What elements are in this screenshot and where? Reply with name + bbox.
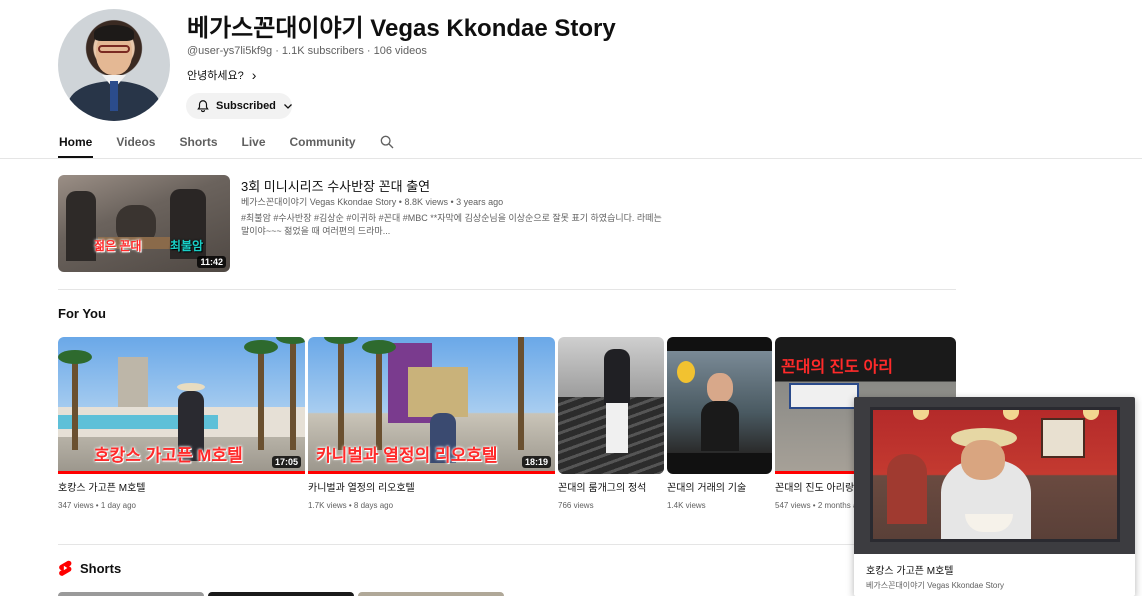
video-meta: 347 views • 1 day ago <box>58 501 136 510</box>
subscribed-button[interactable]: Subscribed <box>186 93 292 119</box>
channel-meta: @user-ys7li5kf9g · 1.1K subscribers · 10… <box>187 45 427 57</box>
video-caption: 꼰대의 진도 아리 <box>781 359 893 376</box>
short-thumbnail[interactable] <box>58 592 204 596</box>
shorts-heading-label: Shorts <box>80 560 122 576</box>
tab-community[interactable]: Community <box>289 130 357 158</box>
chevron-right-icon: › <box>251 67 257 83</box>
tab-videos[interactable]: Videos <box>115 130 156 158</box>
channel-tabs: Home Videos Shorts Live Community <box>58 130 395 158</box>
for-you-heading: For You <box>58 306 106 321</box>
short-thumbnail[interactable] <box>358 592 504 596</box>
featured-caption-right: 최불암 <box>170 239 204 253</box>
tabs-divider <box>0 158 1142 159</box>
mini-player-video[interactable] <box>854 397 1135 554</box>
channel-description[interactable]: 안녕하세요? › <box>187 67 256 83</box>
video-card[interactable]: 카니벌과 열정의 리오호텔 18:19 카니벌과 열정의 리오호텔 1.7K v… <box>308 337 555 510</box>
channel-name: 베가스꼰대이야기 Vegas Kkondae Story <box>187 15 616 42</box>
featured-duration: 11:42 <box>197 256 226 268</box>
video-card[interactable]: 꼰대의 룸개그의 정석 766 views <box>558 337 664 510</box>
video-caption: 카니벌과 열정의 리오호텔 <box>316 446 498 465</box>
shorts-logo-icon <box>59 560 72 576</box>
featured-video-title[interactable]: 3회 미니시리즈 수사반장 꼰대 출연 <box>241 176 430 195</box>
tab-shorts[interactable]: Shorts <box>178 130 218 158</box>
featured-caption-left: 젊은 꼰대 <box>94 239 142 253</box>
short-thumbnail[interactable] <box>208 592 354 596</box>
featured-video-thumbnail[interactable]: 젊은 꼰대 최불암 11:42 <box>58 175 230 272</box>
section-divider <box>58 544 956 545</box>
video-caption: 호캉스 가고픈 M호텔 <box>94 446 243 465</box>
shorts-heading: Shorts <box>58 560 121 576</box>
video-card[interactable]: 호캉스 가고픈 M호텔 17:05 호캉스 가고픈 M호텔 347 views … <box>58 337 305 510</box>
channel-description-text: 안녕하세요? <box>187 70 244 82</box>
section-divider <box>58 289 956 290</box>
channel-avatar[interactable] <box>58 9 170 121</box>
search-icon[interactable] <box>379 134 395 150</box>
mini-player[interactable]: 호캉스 가고픈 M호텔 베가스꼰대이야기 Vegas Kkondae Story <box>854 397 1135 596</box>
video-thumbnail[interactable]: 호캉스 가고픈 M호텔 17:05 <box>58 337 305 474</box>
featured-video-meta: 베가스꼰대이야기 Vegas Kkondae Story • 8.8K view… <box>241 197 504 207</box>
chevron-down-icon <box>283 104 292 109</box>
video-title[interactable]: 카니벌과 열정의 리오호텔 <box>308 482 555 495</box>
watch-progress-bar <box>58 471 305 474</box>
mini-player-channel: 베가스꼰대이야기 Vegas Kkondae Story <box>866 581 1005 590</box>
tab-live[interactable]: Live <box>241 130 267 158</box>
video-title[interactable]: 호캉스 가고픈 M호텔 <box>58 482 305 495</box>
watch-progress-bar <box>308 471 555 474</box>
video-thumbnail[interactable] <box>667 337 772 474</box>
video-card[interactable]: 꼰대의 거래의 기술 1.4K views <box>667 337 772 510</box>
video-thumbnail[interactable] <box>558 337 664 474</box>
video-meta: 766 views <box>558 501 594 510</box>
video-title[interactable]: 꼰대의 룸개그의 정석 <box>558 482 664 495</box>
video-meta: 1.7K views • 8 days ago <box>308 501 394 510</box>
tab-home[interactable]: Home <box>58 130 94 158</box>
video-thumbnail[interactable]: 카니벌과 열정의 리오호텔 18:19 <box>308 337 555 474</box>
video-duration: 17:05 <box>271 456 301 468</box>
featured-video-description: #최불암 #수사반장 #김상순 #이귀하 #꼰대 #MBC **자막에 김상순님… <box>241 213 662 236</box>
video-title[interactable]: 꼰대의 거래의 기술 <box>667 482 772 495</box>
mini-player-title[interactable]: 호캉스 가고픈 M호텔 <box>866 562 954 577</box>
video-duration: 18:19 <box>521 456 551 468</box>
bell-icon <box>197 100 209 113</box>
video-meta: 1.4K views <box>667 501 706 510</box>
subscribed-label: Subscribed <box>216 100 276 112</box>
